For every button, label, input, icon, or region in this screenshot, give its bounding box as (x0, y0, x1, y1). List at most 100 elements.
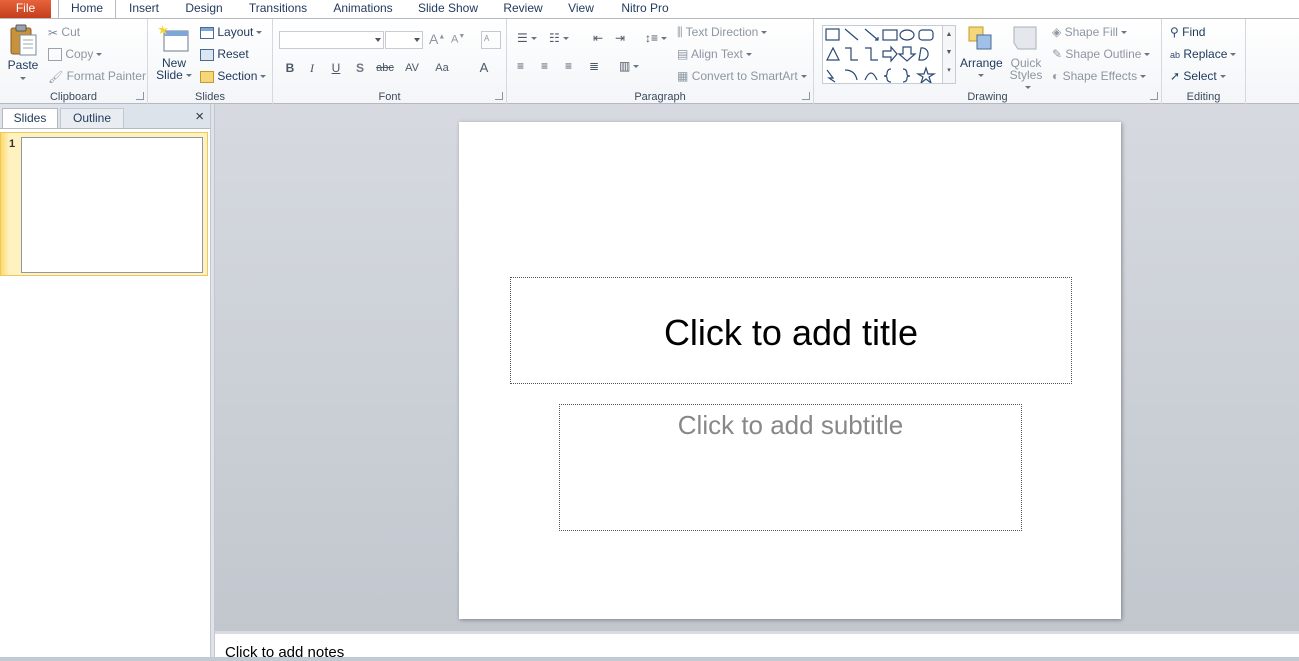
increase-indent-button[interactable]: ⇥ (615, 31, 625, 45)
ribbon: Paste ✂ Cut Copy 🖌 Format Painter Clipbo… (0, 18, 1299, 104)
align-text-button[interactable]: ▤ Align Text (677, 47, 752, 61)
paragraph-dialog-launcher[interactable] (802, 92, 810, 100)
character-spacing-button[interactable]: AV (401, 59, 423, 77)
tab-home[interactable]: Home (58, 0, 116, 18)
bullets-button[interactable]: ☰ (517, 31, 537, 45)
underline-button[interactable]: U (327, 59, 345, 77)
close-panel-icon[interactable]: × (195, 108, 204, 125)
font-family-combo[interactable] (279, 31, 384, 49)
copy-icon (48, 48, 62, 62)
paragraph-group-label: Paragraph (634, 91, 686, 103)
title-placeholder[interactable]: Click to add title (510, 277, 1072, 384)
format-painter-label: Format Painter (66, 69, 146, 83)
text-direction-icon: ⫼ (677, 25, 683, 39)
bullets-icon: ☰ (517, 31, 528, 45)
scroll-down-icon[interactable]: ▼ (943, 44, 955, 62)
subtitle-placeholder-text: Click to add subtitle (677, 410, 904, 440)
font-group-label: Font (378, 91, 401, 103)
justify-button[interactable]: ≣ (589, 59, 599, 73)
tab-outline[interactable]: Outline (60, 108, 124, 128)
cut-label: Cut (61, 25, 81, 39)
select-button[interactable]: ➚ Select (1170, 69, 1226, 83)
tab-nitro-pro[interactable]: Nitro Pro (614, 0, 676, 18)
text-shadow-button[interactable]: S (351, 59, 369, 77)
drawing-group-label: Drawing (967, 91, 1008, 103)
replace-icon: ab (1170, 50, 1181, 60)
tab-slides[interactable]: Slides (2, 108, 58, 128)
format-painter-button[interactable]: 🖌 Format Painter (48, 69, 146, 84)
slide-editing-area: Click to add title Click to add subtitle (215, 104, 1299, 631)
quick-styles-label-2: Styles (1009, 68, 1043, 82)
slide-number: 1 (9, 138, 16, 150)
drawing-dialog-launcher[interactable] (1150, 92, 1158, 100)
slide-thumbnail-row[interactable]: 1 (0, 132, 208, 276)
italic-button[interactable]: I (303, 59, 321, 77)
notes-pane[interactable]: Click to add notes (215, 631, 1299, 661)
grow-font-button[interactable]: A▲ (429, 31, 445, 47)
align-center-button[interactable]: ≡ (541, 59, 548, 73)
chevron-down-icon (1120, 31, 1127, 35)
tab-slide-show[interactable]: Slide Show (414, 0, 482, 18)
group-editing: ⚲ Find ab Replace ➚ Select Editing (1162, 19, 1246, 104)
layout-button[interactable]: Layout (200, 25, 263, 39)
shape-effects-icon: ◐ (1052, 69, 1060, 83)
copy-label: Copy (65, 47, 94, 61)
text-direction-button[interactable]: ⫼ Text Direction (677, 25, 768, 40)
tab-view[interactable]: View (562, 0, 600, 18)
clipboard-dialog-launcher[interactable] (136, 92, 144, 100)
align-left-button[interactable]: ≡ (517, 59, 524, 73)
bold-button[interactable]: B (281, 59, 299, 77)
tab-transitions[interactable]: Transitions (244, 0, 312, 18)
chevron-down-icon (633, 65, 640, 69)
shape-fill-button[interactable]: ◈ Shape Fill (1052, 25, 1127, 39)
clear-formatting-button[interactable]: A (481, 31, 501, 49)
cursor-icon: ➚ (1170, 69, 1181, 83)
slide-thumbnail[interactable] (21, 137, 203, 273)
font-color-button[interactable]: A (473, 59, 495, 77)
slide-canvas[interactable]: Click to add title Click to add subtitle (459, 122, 1121, 619)
tab-file[interactable]: File (0, 0, 51, 18)
convert-smartart-button[interactable]: ▦ Convert to SmartArt (677, 69, 807, 83)
paste-button[interactable]: Paste (4, 23, 42, 84)
tab-review[interactable]: Review (498, 0, 548, 18)
chevron-down-icon (256, 31, 263, 35)
align-text-label: Align Text (691, 47, 743, 61)
group-paragraph: ☰ ☷ ⇤ ⇥ ↕≡ ≡ ≡ ≡ ≣ ▥ ⫼ Text Direction ▤ … (507, 19, 814, 104)
tab-animations[interactable]: Animations (328, 0, 398, 18)
reset-label: Reset (217, 47, 249, 61)
new-slide-button[interactable]: New Slide (154, 23, 194, 81)
font-dialog-launcher[interactable] (495, 92, 503, 100)
gallery-scrollbar[interactable]: ▲ ▼ ▾ (942, 26, 955, 83)
reset-icon (200, 48, 214, 61)
numbering-button[interactable]: ☷ (549, 31, 569, 45)
replace-button[interactable]: ab Replace (1170, 47, 1237, 61)
shrink-font-button[interactable]: A▼ (451, 33, 465, 46)
arrange-button[interactable]: Arrange (960, 23, 1003, 81)
reset-button[interactable]: Reset (200, 47, 249, 61)
font-size-combo[interactable] (385, 31, 423, 49)
align-text-icon: ▤ (677, 47, 689, 61)
columns-button[interactable]: ▥ (619, 59, 640, 73)
scroll-up-icon[interactable]: ▲ (943, 26, 955, 44)
new-slide-label-2: Slide (156, 68, 183, 82)
shape-outline-button[interactable]: ✎ Shape Outline (1052, 47, 1151, 61)
align-right-button[interactable]: ≡ (565, 59, 572, 73)
decrease-indent-button[interactable]: ⇤ (593, 31, 603, 45)
scissors-icon: ✂ (48, 25, 59, 40)
cut-button[interactable]: ✂ Cut (48, 25, 80, 40)
group-font: A▲ A▼ A B I U S abc AV Aa A Font (273, 19, 507, 104)
find-button[interactable]: ⚲ Find (1170, 25, 1205, 39)
group-slides: New Slide Layout Reset Section Slides (148, 19, 273, 104)
change-case-button[interactable]: Aa (431, 59, 453, 77)
tab-insert[interactable]: Insert (122, 0, 166, 18)
shape-effects-button[interactable]: ◐ Shape Effects (1052, 69, 1147, 83)
tab-design[interactable]: Design (180, 0, 228, 18)
shapes-gallery[interactable]: ▲ ▼ ▾ (822, 25, 956, 85)
subtitle-placeholder[interactable]: Click to add subtitle (559, 404, 1022, 531)
quick-styles-button[interactable]: Quick Styles (1006, 23, 1046, 93)
strikethrough-button[interactable]: abc (373, 59, 397, 77)
line-spacing-button[interactable]: ↕≡ (645, 31, 668, 45)
copy-button[interactable]: Copy (48, 47, 103, 62)
gallery-more-icon[interactable]: ▾ (943, 62, 955, 80)
section-button[interactable]: Section (200, 69, 267, 83)
